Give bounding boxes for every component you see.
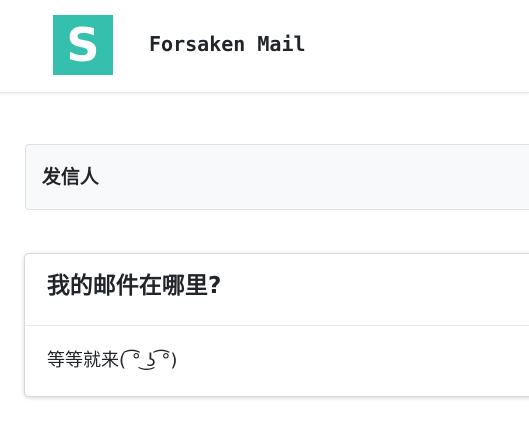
sender-label: 发信人 <box>42 166 100 188</box>
sender-panel: 发信人 <box>25 144 529 210</box>
mail-card-header: 我的邮件在哪里? <box>25 254 529 326</box>
mail-subject: 我的邮件在哪里? <box>47 273 222 299</box>
mail-card: 我的邮件在哪里? 等等就来( ͡° ͜ʖ ͡°) <box>24 253 529 397</box>
mail-body-text: 等等就来( ͡° ͜ʖ ͡°) <box>47 350 178 371</box>
app-logo[interactable]: S <box>53 15 113 75</box>
mail-body: 等等就来( ͡° ͜ʖ ͡°) <box>25 326 529 396</box>
logo-letter: S <box>66 18 100 72</box>
app-header: S Forsaken Mail <box>0 0 529 93</box>
app-title[interactable]: Forsaken Mail <box>149 31 306 57</box>
